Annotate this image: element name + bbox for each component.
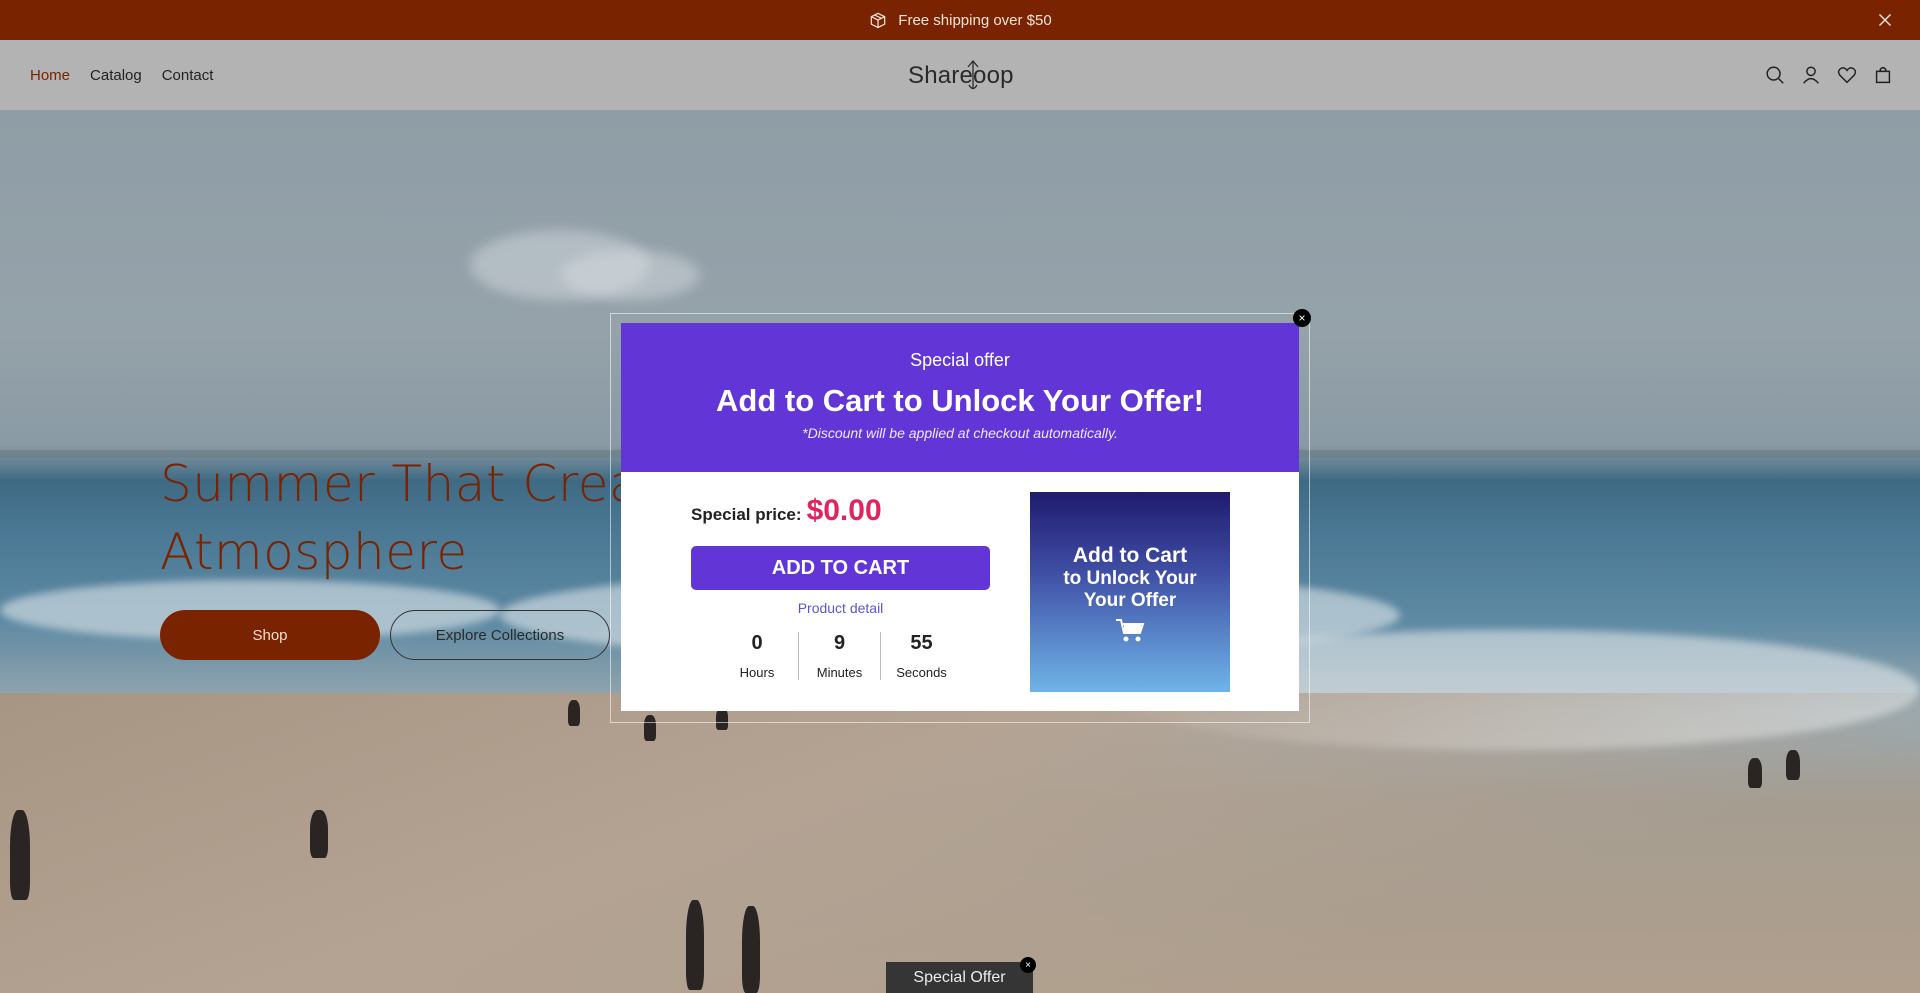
wishlist-icon[interactable] [1836,64,1858,86]
add-to-cart-button[interactable]: ADD TO CART [691,546,990,590]
product-detail-link[interactable]: Product detail [691,600,990,616]
nav-item-catalog[interactable]: Catalog [90,67,142,84]
hero-title: Summer That Creat Atmosphere [160,450,660,586]
special-offer-popup: Special offer Add to Cart to Unlock Your… [621,323,1299,711]
explore-collections-button[interactable]: Explore Collections [390,610,610,660]
price-label: Special price: [691,505,802,524]
shop-button[interactable]: Shop [160,610,380,660]
countdown-value: 0 [751,632,763,654]
logo-mark-icon [967,59,979,90]
countdown-unit: Hours [739,665,775,680]
countdown-unit: Minutes [816,665,863,680]
search-icon[interactable] [1764,64,1786,86]
announcement-text: Free shipping over $50 [898,11,1052,29]
gift-box-icon [870,12,886,29]
main-nav: Home Catalog Contact [30,40,213,110]
popup-note: *Discount will be applied at checkout au… [802,425,1118,441]
popup-header: Special offer Add to Cart to Unlock Your… [621,323,1299,472]
beach-person [742,906,760,993]
shopping-cart-icon [1116,619,1145,642]
beach-person [568,700,580,726]
popup-close-button[interactable]: × [1293,309,1311,327]
offer-image-line-3: Your Offer [1083,590,1177,611]
beach-person [310,810,328,858]
announcement-bar: Free shipping over $50 [0,0,1920,40]
countdown-minutes: 9 Minutes [798,632,880,680]
offer-image-line-2: to Unlock Your [1063,568,1197,589]
special-offer-tab[interactable]: Special Offer [886,962,1033,993]
beach-person [1786,750,1800,780]
price-value: $0.00 [806,494,882,527]
countdown-value: 55 [910,632,933,654]
site-header: Home Catalog Contact Shareoop [0,40,1920,110]
offer-image-line-1: Add to Cart [1072,544,1188,567]
special-price: Special price: $0.00 [691,494,882,528]
beach-person [686,900,704,990]
offer-product-image: Add to Cart to Unlock Your Your Offer [1030,492,1230,692]
hero-title-line-2: Atmosphere [160,523,468,581]
hero-beach [0,693,1920,993]
account-icon[interactable] [1800,64,1822,86]
hero-cloud [560,250,700,300]
logo-text: Shareoop [908,62,1014,89]
nav-item-home[interactable]: Home [30,67,70,84]
beach-person [1748,758,1762,788]
hero-title-line-1: Summer That Creat [160,455,661,513]
countdown-seconds: 55 Seconds [880,632,962,680]
offer-tab-close-button[interactable]: × [1020,957,1036,973]
site-logo[interactable]: Shareoop [908,59,1014,90]
close-icon[interactable] [1874,9,1896,31]
cart-icon[interactable] [1872,64,1894,86]
popup-body: Special price: $0.00 ADD TO CART Product… [621,472,1299,711]
countdown-unit: Seconds [896,665,947,680]
header-icons [1764,40,1894,110]
popup-headline: Add to Cart to Unlock Your Offer! [716,383,1204,418]
countdown-timer: 0 Hours 9 Minutes 55 Seconds [716,632,962,680]
beach-person [10,810,30,900]
popup-eyebrow: Special offer [910,350,1010,370]
countdown-value: 9 [833,632,846,654]
nav-item-contact[interactable]: Contact [162,67,214,84]
countdown-hours: 0 Hours [716,632,798,680]
